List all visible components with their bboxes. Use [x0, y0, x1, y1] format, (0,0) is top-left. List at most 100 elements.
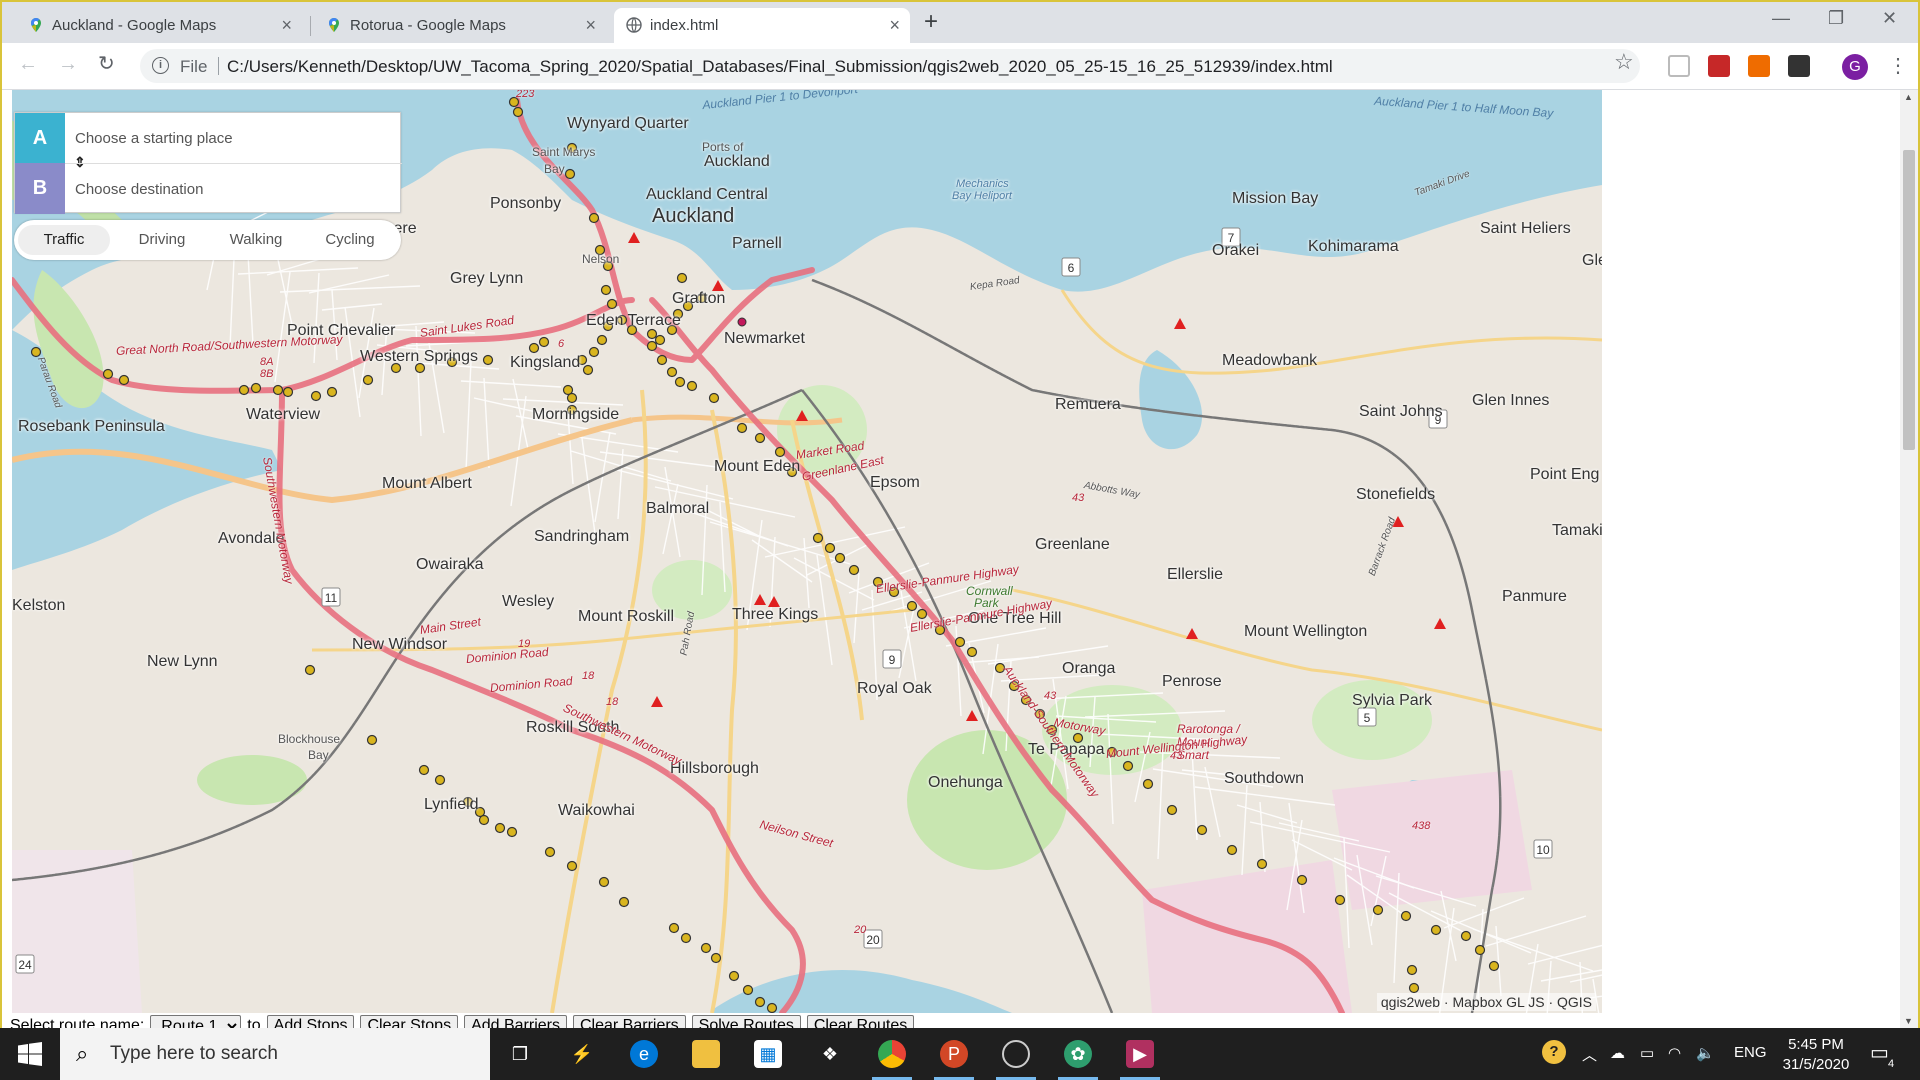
bus-stop-marker[interactable] [326, 386, 338, 398]
help-icon[interactable]: ? [1542, 1040, 1566, 1064]
address-bar[interactable]: i File C:/Users/Kenneth/Desktop/UW_Tacom… [140, 49, 1640, 83]
bus-stop-marker[interactable] [728, 970, 740, 982]
info-icon[interactable]: i [152, 57, 169, 74]
bus-stop-marker[interactable] [774, 446, 786, 458]
bus-stop-marker[interactable] [666, 366, 678, 378]
extension-reader-icon[interactable] [1668, 55, 1690, 77]
destination-input[interactable] [75, 169, 395, 209]
bus-stop-marker[interactable] [582, 364, 594, 376]
bus-stop-marker[interactable] [544, 846, 556, 858]
extension-mail-icon[interactable] [1788, 55, 1810, 77]
bus-stop-marker[interactable] [1408, 982, 1420, 994]
bus-stop-marker[interactable] [646, 340, 658, 352]
obs-icon[interactable] [1002, 1040, 1030, 1068]
selected-point-marker[interactable] [737, 317, 747, 327]
bus-stop-marker[interactable] [766, 1002, 778, 1013]
bus-stop-marker[interactable] [238, 384, 250, 396]
bus-stop-marker[interactable] [118, 374, 130, 386]
bus-stop-marker[interactable] [708, 392, 720, 404]
bus-stop-marker[interactable] [304, 664, 316, 676]
clock-time[interactable]: 5:45 PM [1786, 1036, 1846, 1053]
close-tab-icon[interactable]: × [281, 16, 292, 34]
windows-start-icon[interactable] [18, 1042, 42, 1066]
tab-auckland-maps[interactable]: Auckland - Google Maps × [16, 8, 302, 43]
poi-triangle-marker[interactable] [1174, 318, 1186, 329]
bus-stop-marker[interactable] [668, 922, 680, 934]
bus-stop-marker[interactable] [966, 646, 978, 658]
bus-stop-marker[interactable] [434, 774, 446, 786]
chrome-icon[interactable] [878, 1040, 906, 1068]
poi-triangle-marker[interactable] [1434, 618, 1446, 629]
powerpoint-icon[interactable]: P [940, 1040, 968, 1068]
profile-avatar[interactable]: G [1842, 54, 1868, 80]
bus-stop-marker[interactable] [588, 212, 600, 224]
bus-stop-marker[interactable] [606, 298, 618, 310]
poi-triangle-marker[interactable] [651, 696, 663, 707]
bookmark-star-icon[interactable]: ☆ [1614, 49, 1634, 75]
bus-stop-marker[interactable] [676, 272, 688, 284]
bus-stop-marker[interactable] [366, 734, 378, 746]
bus-stop-marker[interactable] [1142, 778, 1154, 790]
bus-stop-marker[interactable] [102, 368, 114, 380]
bus-stop-marker[interactable] [656, 354, 668, 366]
poi-triangle-marker[interactable] [966, 710, 978, 721]
bus-stop-marker[interactable] [310, 390, 322, 402]
bus-stop-marker[interactable] [564, 168, 576, 180]
bus-stop-marker[interactable] [1460, 930, 1472, 942]
profile-cycling[interactable]: Cycling [304, 225, 396, 255]
bus-stop-marker[interactable] [528, 342, 540, 354]
bus-stop-marker[interactable] [754, 432, 766, 444]
bus-stop-marker[interactable] [906, 600, 918, 612]
scroll-down-icon[interactable]: ▼ [1904, 1016, 1913, 1026]
bus-stop-marker[interactable] [686, 380, 698, 392]
bus-stop-marker[interactable] [588, 346, 600, 358]
browser-menu-icon[interactable]: ⋮ [1888, 53, 1908, 78]
show-hidden-icons-icon[interactable]: ︿ [1582, 1044, 1597, 1065]
battery-icon[interactable]: ▭ [1640, 1044, 1654, 1062]
poi-triangle-marker[interactable] [628, 232, 640, 243]
bus-stop-marker[interactable] [824, 542, 836, 554]
extension-shield-icon[interactable] [1708, 55, 1730, 77]
bus-stop-marker[interactable] [736, 422, 748, 434]
bus-stop-marker[interactable] [1334, 894, 1346, 906]
map-attribution[interactable]: qgis2web · Mapbox GL JS · QGIS [1376, 993, 1596, 1011]
url-text[interactable]: C:/Users/Kenneth/Desktop/UW_Tacoma_Sprin… [227, 57, 1333, 77]
profile-traffic[interactable]: Traffic [18, 225, 110, 255]
poi-triangle-marker[interactable] [1186, 628, 1198, 639]
scroll-thumb[interactable] [1903, 150, 1915, 450]
bus-stop-marker[interactable] [618, 896, 630, 908]
bus-stop-marker[interactable] [566, 860, 578, 872]
poi-triangle-marker[interactable] [754, 594, 766, 605]
onedrive-icon[interactable]: ☁ [1610, 1044, 1625, 1062]
bus-stop-marker[interactable] [600, 284, 612, 296]
bus-stop-marker[interactable] [1474, 944, 1486, 956]
volume-icon[interactable]: 🔈 [1696, 1044, 1715, 1062]
origin-input[interactable] [75, 118, 395, 158]
bus-stop-marker[interactable] [812, 532, 824, 544]
language-indicator[interactable]: ENG [1734, 1044, 1767, 1061]
clock-date[interactable]: 31/5/2020 [1776, 1056, 1856, 1073]
media-player-icon[interactable]: ▶ [1126, 1040, 1154, 1068]
bus-stop-marker[interactable] [362, 374, 374, 386]
page-scrollbar[interactable]: ▲ ▼ [1900, 90, 1918, 1030]
bus-stop-marker[interactable] [478, 814, 490, 826]
bus-stop-marker[interactable] [1406, 964, 1418, 976]
profile-driving[interactable]: Driving [116, 225, 208, 255]
dropbox-icon[interactable]: ❖ [816, 1040, 844, 1068]
bus-stop-marker[interactable] [754, 996, 766, 1008]
close-window-icon[interactable]: ✕ [1882, 8, 1897, 29]
bus-stop-marker[interactable] [742, 984, 754, 996]
reload-icon[interactable]: ↻ [98, 54, 115, 74]
bus-stop-marker[interactable] [1166, 804, 1178, 816]
bus-stop-marker[interactable] [1372, 904, 1384, 916]
scroll-up-icon[interactable]: ▲ [1904, 92, 1913, 102]
bus-stop-marker[interactable] [506, 826, 518, 838]
bus-stop-marker[interactable] [512, 106, 524, 118]
bus-stop-marker[interactable] [482, 354, 494, 366]
bus-stop-marker[interactable] [282, 386, 294, 398]
bus-stop-marker[interactable] [1256, 858, 1268, 870]
bus-stop-marker[interactable] [1400, 910, 1412, 922]
qgis-icon[interactable]: ✿ [1064, 1040, 1092, 1068]
bus-stop-marker[interactable] [1296, 874, 1308, 886]
minimize-icon[interactable]: — [1772, 8, 1790, 29]
